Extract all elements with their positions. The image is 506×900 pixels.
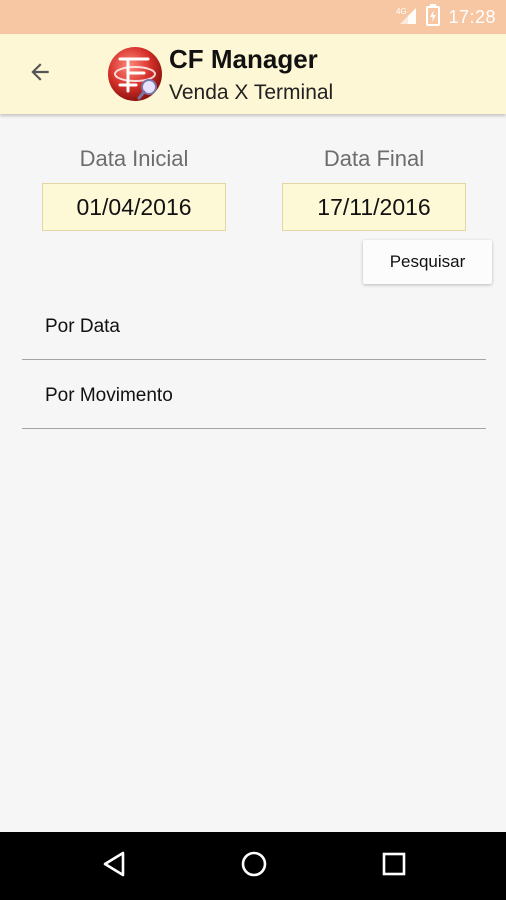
list-item-por-movimento[interactable]: Por Movimento bbox=[22, 363, 486, 429]
status-icons: 4G 17:28 bbox=[396, 3, 496, 31]
nav-back-triangle-icon bbox=[101, 850, 127, 883]
start-date-field[interactable]: 01/04/2016 bbox=[42, 183, 226, 231]
list-item-por-data[interactable]: Por Data bbox=[22, 294, 486, 360]
app-subtitle: Venda X Terminal bbox=[169, 81, 334, 104]
end-date-field[interactable]: 17/11/2016 bbox=[282, 183, 466, 231]
arrow-back-icon bbox=[27, 59, 53, 90]
cf-manager-logo bbox=[106, 45, 164, 103]
nav-back-button[interactable] bbox=[92, 844, 136, 888]
nav-home-button[interactable] bbox=[232, 844, 276, 888]
app-bar: CF Manager Venda X Terminal bbox=[0, 34, 506, 114]
status-bar: 4G 17:28 bbox=[0, 0, 506, 34]
battery-icon bbox=[426, 3, 441, 31]
status-time: 17:28 bbox=[448, 6, 496, 27]
start-date-label: Data Inicial bbox=[79, 146, 189, 171]
search-button[interactable]: Pesquisar bbox=[363, 240, 492, 284]
navigation-bar bbox=[0, 832, 506, 900]
back-button[interactable] bbox=[16, 54, 64, 94]
app-title: CF Manager bbox=[169, 44, 318, 74]
svg-text:4G: 4G bbox=[396, 7, 407, 16]
end-date-label: Data Final bbox=[323, 146, 425, 171]
nav-home-circle-icon bbox=[240, 850, 268, 883]
nav-recents-square-icon bbox=[381, 851, 407, 882]
nav-recents-button[interactable] bbox=[372, 844, 416, 888]
cell-signal-icon: 4G bbox=[396, 5, 418, 30]
